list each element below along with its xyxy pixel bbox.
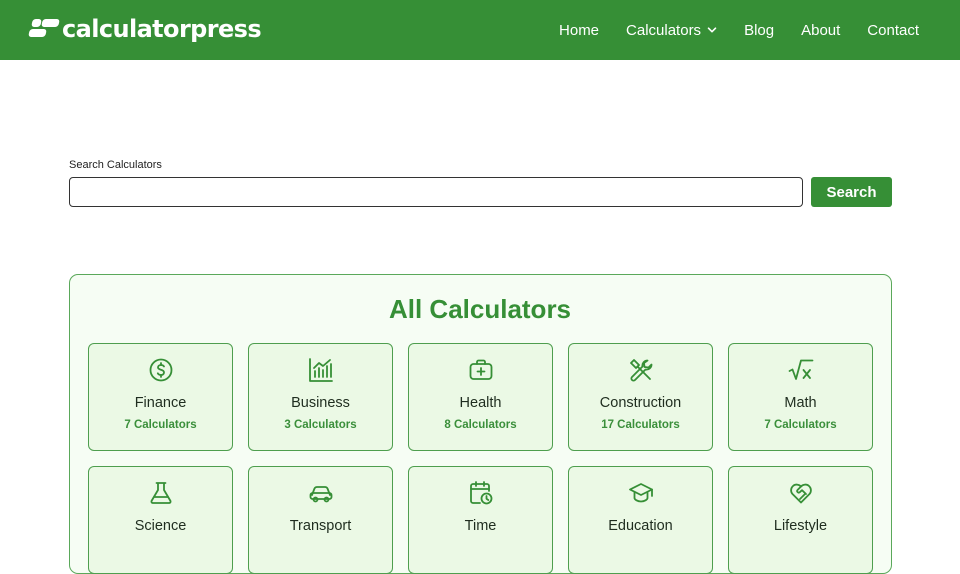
category-count: 3 Calculators xyxy=(284,419,357,431)
nav-contact[interactable]: Contact xyxy=(867,22,919,39)
category-card-time[interactable]: Time xyxy=(408,466,553,574)
logo-text: calculatorpress xyxy=(62,15,262,43)
category-name: Time xyxy=(464,518,497,534)
category-card-science[interactable]: Science xyxy=(88,466,233,574)
category-card-math[interactable]: Math 7 Calculators xyxy=(728,343,873,451)
category-card-construction[interactable]: Construction 17 Calculators xyxy=(568,343,713,451)
search-button[interactable]: Search xyxy=(811,177,892,207)
category-count: 17 Calculators xyxy=(601,419,680,431)
graduation-cap-icon xyxy=(628,480,654,506)
tools-icon xyxy=(628,357,654,383)
main-nav: Home Calculators Blog About Contact xyxy=(559,0,919,60)
category-name: Lifestyle xyxy=(773,518,828,534)
site-logo[interactable]: calculatorpress xyxy=(28,14,262,44)
category-name: Finance xyxy=(134,395,187,411)
category-name: Math xyxy=(784,395,817,411)
nav-calculators-label: Calculators xyxy=(626,21,702,39)
category-name: Business xyxy=(291,395,350,411)
car-icon xyxy=(308,480,334,506)
chevron-down-icon xyxy=(707,25,717,35)
category-count: 8 Calculators xyxy=(444,419,517,431)
bar-chart-icon xyxy=(308,357,334,383)
dollar-circle-icon xyxy=(148,357,174,383)
nav-blog[interactable]: Blog xyxy=(744,22,774,39)
search-input[interactable] xyxy=(69,177,803,207)
category-card-education[interactable]: Education xyxy=(568,466,713,574)
nav-about[interactable]: About xyxy=(801,22,840,39)
calendar-clock-icon xyxy=(468,480,494,506)
category-name: Health xyxy=(459,395,502,411)
search-label: Search Calculators xyxy=(69,159,162,171)
category-card-lifestyle[interactable]: Lifestyle xyxy=(728,466,873,574)
category-card-transport[interactable]: Transport xyxy=(248,466,393,574)
category-name: Transport xyxy=(289,518,352,534)
category-count: 7 Calculators xyxy=(124,419,197,431)
square-root-icon xyxy=(788,357,814,383)
section-title: All Calculators xyxy=(388,294,572,324)
category-count: 7 Calculators xyxy=(764,419,837,431)
category-card-finance[interactable]: Finance 7 Calculators xyxy=(88,343,233,451)
category-card-business[interactable]: Business 3 Calculators xyxy=(248,343,393,451)
flask-icon xyxy=(148,480,174,506)
nav-home[interactable]: Home xyxy=(559,22,599,39)
nav-calculators[interactable]: Calculators xyxy=(626,22,717,39)
category-name: Construction xyxy=(599,395,682,411)
heart-handshake-icon xyxy=(788,480,814,506)
logo-mark-icon xyxy=(28,16,60,42)
first-aid-kit-icon xyxy=(468,357,494,383)
category-name: Education xyxy=(608,518,673,534)
category-name: Science xyxy=(134,518,187,534)
site-header: calculatorpress Home Calculators Blog Ab… xyxy=(0,0,960,60)
category-card-health[interactable]: Health 8 Calculators xyxy=(408,343,553,451)
